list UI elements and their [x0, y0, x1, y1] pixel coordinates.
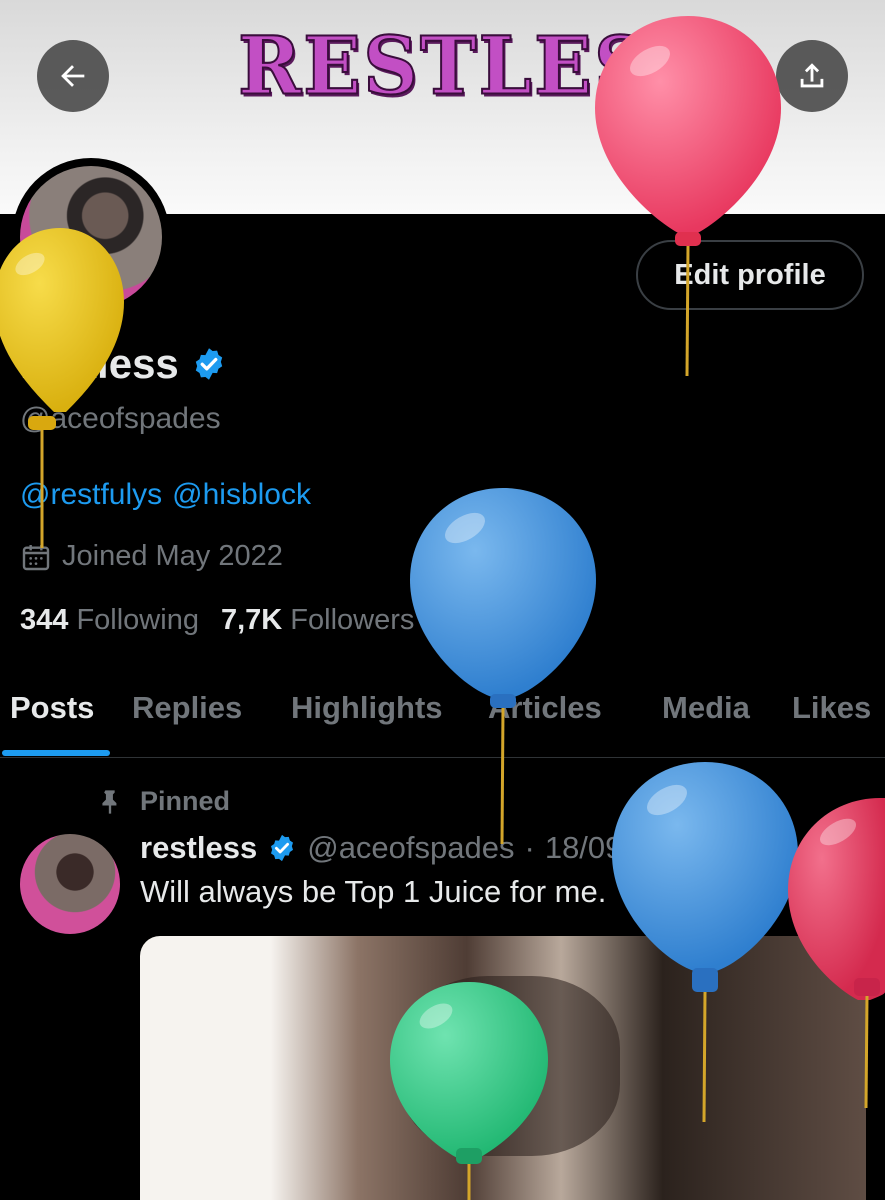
share-button[interactable] — [776, 40, 848, 112]
tab-replies[interactable]: Replies — [132, 690, 242, 726]
pinned-label: Pinned — [140, 786, 231, 816]
pinned-label-row: Pinned — [96, 786, 230, 817]
arrow-left-icon — [61, 65, 85, 87]
following-link[interactable]: 344 Following — [20, 604, 199, 637]
back-button[interactable] — [37, 40, 109, 112]
followers-link[interactable]: 7,7K Followers — [221, 604, 414, 637]
following-count: 344 — [20, 604, 69, 636]
bio-mention-link[interactable]: @hisblock — [172, 478, 311, 512]
post-author-avatar[interactable] — [20, 834, 120, 934]
balloon-blue — [410, 488, 596, 845]
tab-likes[interactable]: Likes — [792, 690, 871, 726]
balloon-blue — [612, 762, 798, 1123]
balloon-red — [788, 798, 885, 1109]
followers-count: 7,7K — [220, 604, 283, 636]
balloon-green — [390, 982, 548, 1200]
banner-logo-text: RESTLESS — [237, 18, 706, 114]
following-label: Following — [76, 604, 199, 636]
followers-label: Followers — [290, 604, 415, 636]
balloon-yellow — [0, 228, 124, 548]
tab-posts[interactable]: Posts — [10, 690, 94, 726]
tab-media[interactable]: Media — [662, 690, 750, 726]
post-text: Will always be Top 1 Juice for me. — [140, 874, 607, 909]
active-tab-indicator — [2, 750, 110, 756]
verified-badge-icon[interactable] — [191, 346, 227, 382]
balloon-pink — [595, 16, 781, 377]
post-author-name[interactable]: restless — [140, 830, 257, 866]
profile-stats: 344 Following 7,7K Followers — [20, 604, 414, 637]
share-upload-icon — [800, 63, 824, 88]
verified-badge-icon — [267, 833, 297, 863]
pin-icon — [102, 789, 117, 814]
